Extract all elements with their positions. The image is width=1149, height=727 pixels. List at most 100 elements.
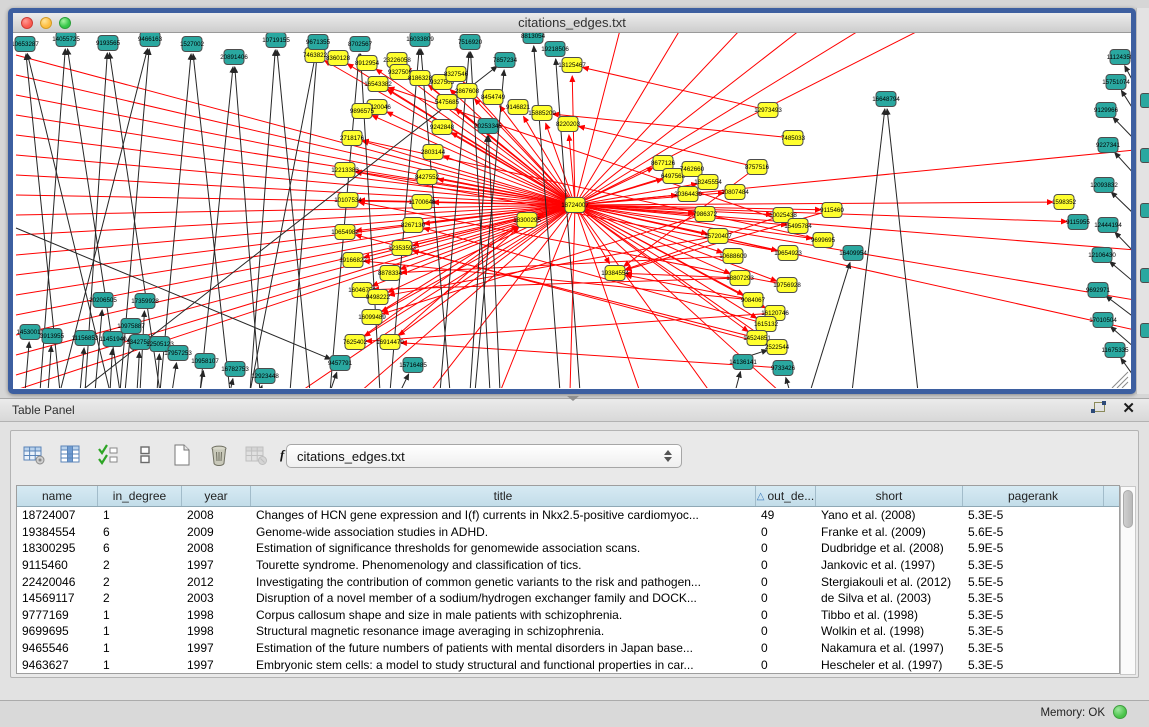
table-cell[interactable]: 0 bbox=[756, 656, 816, 673]
float-panel-icon[interactable] bbox=[1091, 402, 1106, 416]
table-cell[interactable]: 2 bbox=[98, 590, 182, 607]
table-cell[interactable]: 6 bbox=[98, 524, 182, 541]
table-cell[interactable]: 49 bbox=[756, 507, 816, 524]
table-cell[interactable]: 5.3E-5 bbox=[963, 607, 1104, 624]
table-row[interactable]: 946362711997Embryonic stem cells: a mode… bbox=[17, 656, 1119, 673]
table-cell[interactable]: 1997 bbox=[182, 656, 251, 673]
table-cell[interactable]: 18300295 bbox=[17, 540, 98, 557]
close-panel-icon[interactable]: ✕ bbox=[1122, 402, 1135, 416]
table-row[interactable]: 969969511998Structural magnetic resonanc… bbox=[17, 623, 1119, 640]
table-cell[interactable]: Corpus callosum shape and size in male p… bbox=[251, 607, 756, 624]
column-header-in_degree[interactable]: in_degree bbox=[98, 486, 182, 506]
table-row[interactable]: 1938455462009Genome-wide association stu… bbox=[17, 524, 1119, 541]
row-height-button[interactable] bbox=[132, 443, 158, 469]
table-row[interactable]: 1872400712008Changes of HCN gene express… bbox=[17, 507, 1119, 524]
delete-column-button[interactable] bbox=[206, 443, 232, 469]
table-cell[interactable]: 0 bbox=[756, 590, 816, 607]
table-cell[interactable]: 1 bbox=[98, 656, 182, 673]
scrollbar-thumb[interactable] bbox=[1123, 490, 1133, 528]
table-cell[interactable]: 0 bbox=[756, 540, 816, 557]
table-cell[interactable]: 0 bbox=[756, 524, 816, 541]
column-header-pagerank[interactable]: pagerank bbox=[963, 486, 1104, 506]
table-cell[interactable]: Investigating the contribution of common… bbox=[251, 573, 756, 590]
table-cell[interactable]: 5.9E-5 bbox=[963, 540, 1104, 557]
table-row[interactable]: 1830029562008Estimation of significance … bbox=[17, 540, 1119, 557]
table-cell[interactable]: Nakamura et al. (1997) bbox=[816, 640, 963, 657]
table-cell[interactable]: 1997 bbox=[182, 557, 251, 574]
table-cell[interactable]: 9115460 bbox=[17, 557, 98, 574]
table-cell[interactable]: 1 bbox=[98, 607, 182, 624]
table-cell[interactable]: Franke et al. (2009) bbox=[816, 524, 963, 541]
column-header-title[interactable]: title bbox=[251, 486, 756, 506]
panel-splitter-handle[interactable] bbox=[567, 396, 579, 401]
table-cell[interactable]: 5.6E-5 bbox=[963, 524, 1104, 541]
table-cell[interactable]: 1 bbox=[98, 640, 182, 657]
table-cell[interactable]: 18724007 bbox=[17, 507, 98, 524]
table-cell[interactable]: 1 bbox=[98, 623, 182, 640]
table-cell[interactable]: 0 bbox=[756, 623, 816, 640]
create-column-button[interactable] bbox=[169, 443, 195, 469]
import-table-button[interactable] bbox=[243, 443, 269, 469]
table-selector-dropdown[interactable]: citations_edges.txt bbox=[286, 444, 682, 468]
vertical-scrollbar[interactable] bbox=[1120, 486, 1136, 675]
column-header-name[interactable]: name bbox=[17, 486, 98, 506]
table-cell[interactable]: 1997 bbox=[182, 640, 251, 657]
table-cell[interactable]: Embryonic stem cells: a model to study s… bbox=[251, 656, 756, 673]
table-cell[interactable]: Stergiakouli et al. (2012) bbox=[816, 573, 963, 590]
table-row[interactable]: 977716911998Corpus callosum shape and si… bbox=[17, 607, 1119, 624]
table-cell[interactable]: 19384554 bbox=[17, 524, 98, 541]
table-cell[interactable]: 2 bbox=[98, 557, 182, 574]
table-row[interactable]: 911546021997Tourette syndrome. Phenomeno… bbox=[17, 557, 1119, 574]
table-cell[interactable]: Estimation of the future numbers of pati… bbox=[251, 640, 756, 657]
table-cell[interactable]: 9777169 bbox=[17, 607, 98, 624]
table-cell[interactable]: Dudbridge et al. (2008) bbox=[816, 540, 963, 557]
column-header-year[interactable]: year bbox=[182, 486, 251, 506]
table-cell[interactable]: 2009 bbox=[182, 524, 251, 541]
citation-network-graph[interactable]: 1872400774638228360128891295423226058932… bbox=[13, 33, 1131, 388]
table-cell[interactable]: Changes of HCN gene expression and I(f) … bbox=[251, 507, 756, 524]
table-cell[interactable]: 14569117 bbox=[17, 590, 98, 607]
table-cell[interactable]: Tibbo et al. (1998) bbox=[816, 607, 963, 624]
table-cell[interactable]: 5.3E-5 bbox=[963, 640, 1104, 657]
table-cell[interactable]: Jankovic et al. (1997) bbox=[816, 557, 963, 574]
table-cell[interactable]: Genome-wide association studies in ADHD. bbox=[251, 524, 756, 541]
table-cell[interactable]: 1998 bbox=[182, 607, 251, 624]
table-cell[interactable]: 5.3E-5 bbox=[963, 590, 1104, 607]
table-cell[interactable]: 22420046 bbox=[17, 573, 98, 590]
column-header-out_de[interactable]: △out_de... bbox=[756, 486, 816, 506]
table-cell[interactable]: 2012 bbox=[182, 573, 251, 590]
table-cell[interactable]: 2003 bbox=[182, 590, 251, 607]
table-cell[interactable]: 5.3E-5 bbox=[963, 623, 1104, 640]
table-cell[interactable]: 1 bbox=[98, 507, 182, 524]
table-row[interactable]: 946554611997Estimation of the future num… bbox=[17, 640, 1119, 657]
table-cell[interactable]: 0 bbox=[756, 557, 816, 574]
table-cell[interactable]: 9465546 bbox=[17, 640, 98, 657]
table-cell[interactable]: 2 bbox=[98, 573, 182, 590]
table-cell[interactable]: Disruption of a novel member of a sodium… bbox=[251, 590, 756, 607]
network-canvas[interactable]: 1872400774638228360128891295423226058932… bbox=[13, 33, 1131, 388]
table-cell[interactable]: 5.3E-5 bbox=[963, 557, 1104, 574]
table-cell[interactable]: 5.3E-5 bbox=[963, 507, 1104, 524]
table-cell[interactable]: 5.3E-5 bbox=[963, 656, 1104, 673]
table-cell[interactable]: Hescheler et al. (1997) bbox=[816, 656, 963, 673]
table-cell[interactable]: 5.5E-5 bbox=[963, 573, 1104, 590]
window-titlebar[interactable]: citations_edges.txt bbox=[13, 13, 1131, 33]
table-cell[interactable]: Yano et al. (2008) bbox=[816, 507, 963, 524]
table-cell[interactable]: 6 bbox=[98, 540, 182, 557]
column-header-short[interactable]: short bbox=[816, 486, 963, 506]
table-cell[interactable]: 9463627 bbox=[17, 656, 98, 673]
table-cell[interactable]: Tourette syndrome. Phenomenology and cla… bbox=[251, 557, 756, 574]
table-cell[interactable]: 1998 bbox=[182, 623, 251, 640]
table-cell[interactable]: de Silva et al. (2003) bbox=[816, 590, 963, 607]
table-cell[interactable]: 2008 bbox=[182, 507, 251, 524]
table-cell[interactable]: 0 bbox=[756, 640, 816, 657]
table-cell[interactable]: Structural magnetic resonance image aver… bbox=[251, 623, 756, 640]
table-cell[interactable]: Wolkin et al. (1998) bbox=[816, 623, 963, 640]
show-columns-button[interactable] bbox=[58, 443, 84, 469]
table-row[interactable]: 2242004622012Investigating the contribut… bbox=[17, 573, 1119, 590]
table-cell[interactable]: 2008 bbox=[182, 540, 251, 557]
table-mode-button[interactable] bbox=[21, 443, 47, 469]
table-cell[interactable]: Estimation of significance thresholds fo… bbox=[251, 540, 756, 557]
table-cell[interactable]: 0 bbox=[756, 607, 816, 624]
table-row[interactable]: 1456911722003Disruption of a novel membe… bbox=[17, 590, 1119, 607]
